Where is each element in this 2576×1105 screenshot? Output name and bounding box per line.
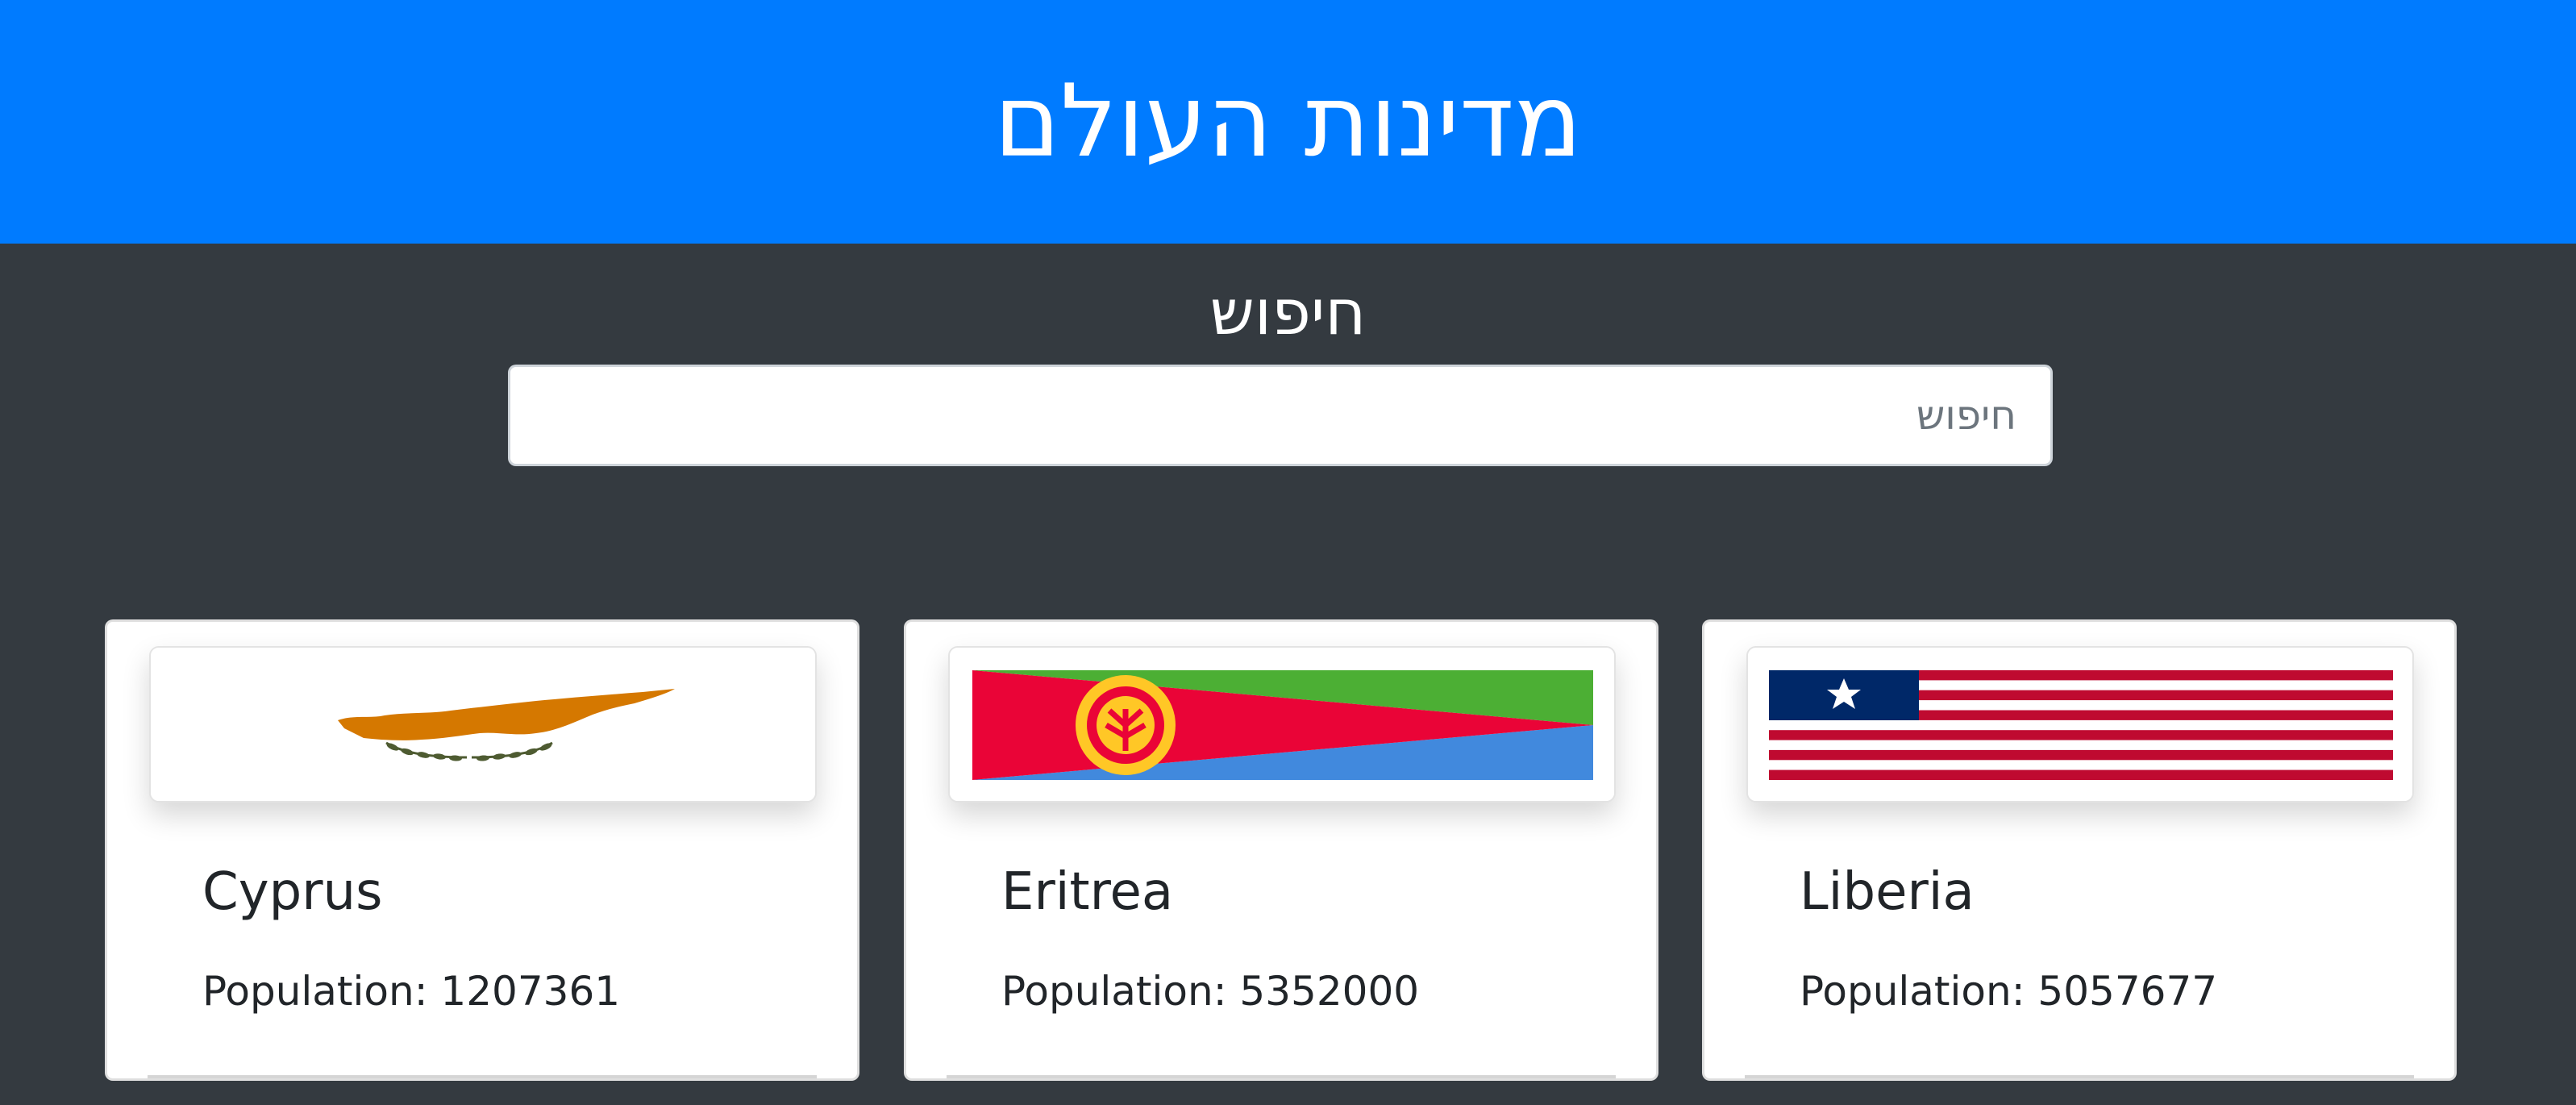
card-footer-divider <box>148 1075 817 1078</box>
page-header: מדינות העולם <box>0 0 2576 244</box>
flag-image-container <box>948 646 1616 803</box>
population-text: Population: 5057677 <box>1800 968 2218 1015</box>
flag-image-container <box>1746 646 2414 803</box>
page-title: מדינות העולם <box>993 64 1583 180</box>
country-name: Eritrea <box>1001 862 1174 922</box>
eritrea-flag-icon <box>950 648 1614 801</box>
flag-image-container <box>149 646 817 803</box>
search-input[interactable] <box>508 365 2053 466</box>
population-text: Population: 5352000 <box>1001 968 1420 1015</box>
liberia-flag-icon <box>1748 648 2412 801</box>
search-label: חיפוש <box>1209 277 1367 349</box>
card-footer-divider <box>947 1075 1616 1078</box>
population-text: Population: 1207361 <box>202 968 621 1015</box>
cyprus-flag-icon <box>151 648 815 801</box>
card-footer-divider <box>1745 1075 2414 1078</box>
country-name: Liberia <box>1800 862 1975 922</box>
country-card-liberia[interactable]: Liberia Population: 5057677 <box>1702 619 2457 1081</box>
country-card-eritrea[interactable]: Eritrea Population: 5352000 <box>904 619 1658 1081</box>
search-section: חיפוש <box>0 244 2576 510</box>
country-name: Cyprus <box>202 862 383 922</box>
country-card-cyprus[interactable]: Cyprus Population: 1207361 <box>105 619 859 1081</box>
